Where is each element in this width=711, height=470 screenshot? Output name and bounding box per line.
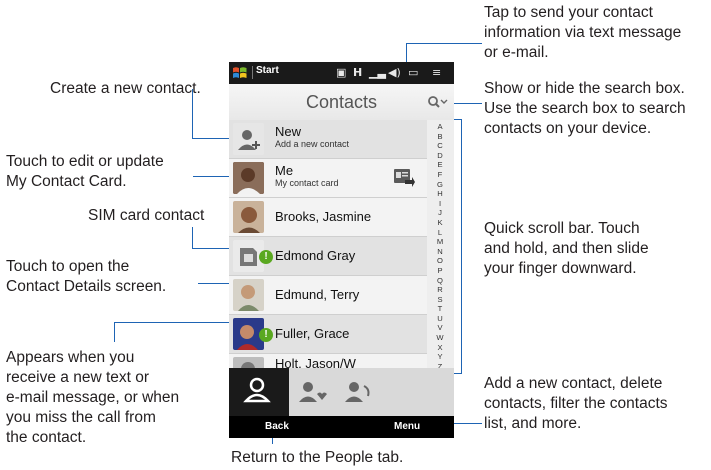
tab-updates[interactable] xyxy=(337,372,377,412)
callout-edit-card: Touch to edit or update My Contact Card. xyxy=(6,153,164,190)
leader-msg-h xyxy=(114,322,236,323)
callout-new-message: Appears when you receive a new text or e… xyxy=(6,349,180,446)
leader-msg-v xyxy=(114,322,115,342)
contact-name: Brooks, Jasmine xyxy=(275,209,372,224)
quick-scroll-letter[interactable]: G xyxy=(433,180,447,190)
people-icon xyxy=(243,377,271,403)
tab-favorites[interactable] xyxy=(291,372,331,412)
quick-scroll-letter[interactable]: P xyxy=(433,266,447,276)
callout-create-contact: Create a new contact. xyxy=(50,80,201,97)
quick-scroll-letter[interactable]: B xyxy=(433,132,447,142)
callout-menu: Add a new contact, delete contacts, filt… xyxy=(484,375,668,432)
quick-scroll-letter[interactable]: T xyxy=(433,304,447,314)
new-contact-name: New xyxy=(275,124,302,139)
leader-sim-h xyxy=(192,248,234,249)
callout-search-box: Show or hide the search box. Use the sea… xyxy=(484,80,686,137)
contact-name: Fuller, Grace xyxy=(275,326,350,341)
leader-edit xyxy=(193,176,234,177)
avatar xyxy=(233,201,264,233)
start-label[interactable]: Start xyxy=(256,65,279,76)
phone-screen: Start ▣ H ▁▃ ◀) ▭ ≡ Contacts New Add a n… xyxy=(229,62,454,438)
callout-send-info: Tap to send your contact information via… xyxy=(484,4,682,61)
leader-sim-v xyxy=(192,227,193,249)
status-separator xyxy=(252,66,253,79)
contact-row[interactable]: ! Edmond Gray xyxy=(229,237,427,276)
quick-scroll-letter[interactable]: L xyxy=(433,228,447,238)
page-title: Contacts xyxy=(305,92,378,112)
new-contact-row[interactable]: New Add a new contact xyxy=(229,120,427,159)
battery-icon: ▭ xyxy=(408,66,419,79)
quick-scroll-letter[interactable]: C xyxy=(433,141,447,151)
new-message-badge-icon: ! xyxy=(259,250,273,264)
tab-bar xyxy=(229,368,454,416)
menu-softkey[interactable]: Menu xyxy=(394,421,420,432)
menu-lines-icon[interactable]: ≡ xyxy=(432,66,441,80)
quick-scroll-letter[interactable]: A xyxy=(433,122,447,132)
status-bar: Start ▣ H ▁▃ ◀) ▭ ≡ xyxy=(229,62,454,84)
quick-scroll-letter[interactable]: N xyxy=(433,247,447,257)
callout-quick-scroll: Quick scroll bar. Touch and hold, and th… xyxy=(484,220,649,277)
quick-scroll-letter[interactable]: V xyxy=(433,323,447,333)
windows-start-icon[interactable] xyxy=(232,65,248,81)
quick-scroll-letter[interactable]: M xyxy=(433,237,447,247)
quick-scroll-letter[interactable]: W xyxy=(433,333,447,343)
new-contact-sub: Add a new contact xyxy=(275,139,350,149)
sync-icon: ▣ xyxy=(336,66,347,79)
softkey-bar: Back Menu xyxy=(229,416,454,438)
contact-row[interactable]: Brooks, Jasmine xyxy=(229,198,427,237)
avatar xyxy=(233,279,264,311)
quick-scroll-letter[interactable]: X xyxy=(433,343,447,353)
quick-scroll-letter[interactable]: O xyxy=(433,256,447,266)
volume-icon: ◀) xyxy=(388,66,401,79)
quick-scroll-bar[interactable]: ABCDEFGHIJKLMNOPQRSTUVWXYZ xyxy=(433,122,447,371)
new-message-badge-icon: ! xyxy=(259,328,273,342)
quick-scroll-letter[interactable]: D xyxy=(433,151,447,161)
me-name: Me xyxy=(275,163,294,178)
tab-all-people[interactable] xyxy=(229,368,289,416)
h-icon: H xyxy=(353,66,363,79)
send-contact-icon[interactable] xyxy=(393,167,415,189)
quick-scroll-letter[interactable]: J xyxy=(433,208,447,218)
quick-scroll-letter[interactable]: Y xyxy=(433,352,447,362)
leader-send-h xyxy=(406,43,482,44)
quick-scroll-letter[interactable]: S xyxy=(433,295,447,305)
leader-create-h xyxy=(192,89,193,139)
quick-scroll-letter[interactable]: I xyxy=(433,199,447,209)
callout-sim-card: SIM card contact xyxy=(88,207,205,224)
contact-name: Edmund, Terry xyxy=(275,287,360,302)
quick-scroll-letter[interactable]: E xyxy=(433,160,447,170)
avatar xyxy=(233,162,264,194)
me-sub: My contact card xyxy=(275,178,339,188)
add-contact-icon xyxy=(233,123,264,155)
callout-contact-details: Touch to open the Contact Details screen… xyxy=(6,258,167,295)
leader-search xyxy=(452,103,482,104)
back-softkey[interactable]: Back xyxy=(265,421,289,432)
quick-scroll-letter[interactable]: F xyxy=(433,170,447,180)
signal-icon: ▁▃ xyxy=(369,66,386,79)
leader-scroll-v xyxy=(461,119,462,374)
quick-scroll-letter[interactable]: R xyxy=(433,285,447,295)
callout-back: Return to the People tab. xyxy=(231,449,404,466)
contacts-header: Contacts xyxy=(229,84,454,120)
quick-scroll-letter[interactable]: K xyxy=(433,218,447,228)
contact-row[interactable]: ! Fuller, Grace xyxy=(229,315,427,354)
my-contact-card-row[interactable]: Me My contact card xyxy=(229,159,427,198)
contact-name: Edmond Gray xyxy=(275,248,356,263)
quick-scroll-letter[interactable]: Q xyxy=(433,276,447,286)
quick-scroll-letter[interactable]: H xyxy=(433,189,447,199)
quick-scroll-letter[interactable]: U xyxy=(433,314,447,324)
search-icon[interactable] xyxy=(426,94,448,110)
contact-row[interactable]: Edmund, Terry xyxy=(229,276,427,315)
